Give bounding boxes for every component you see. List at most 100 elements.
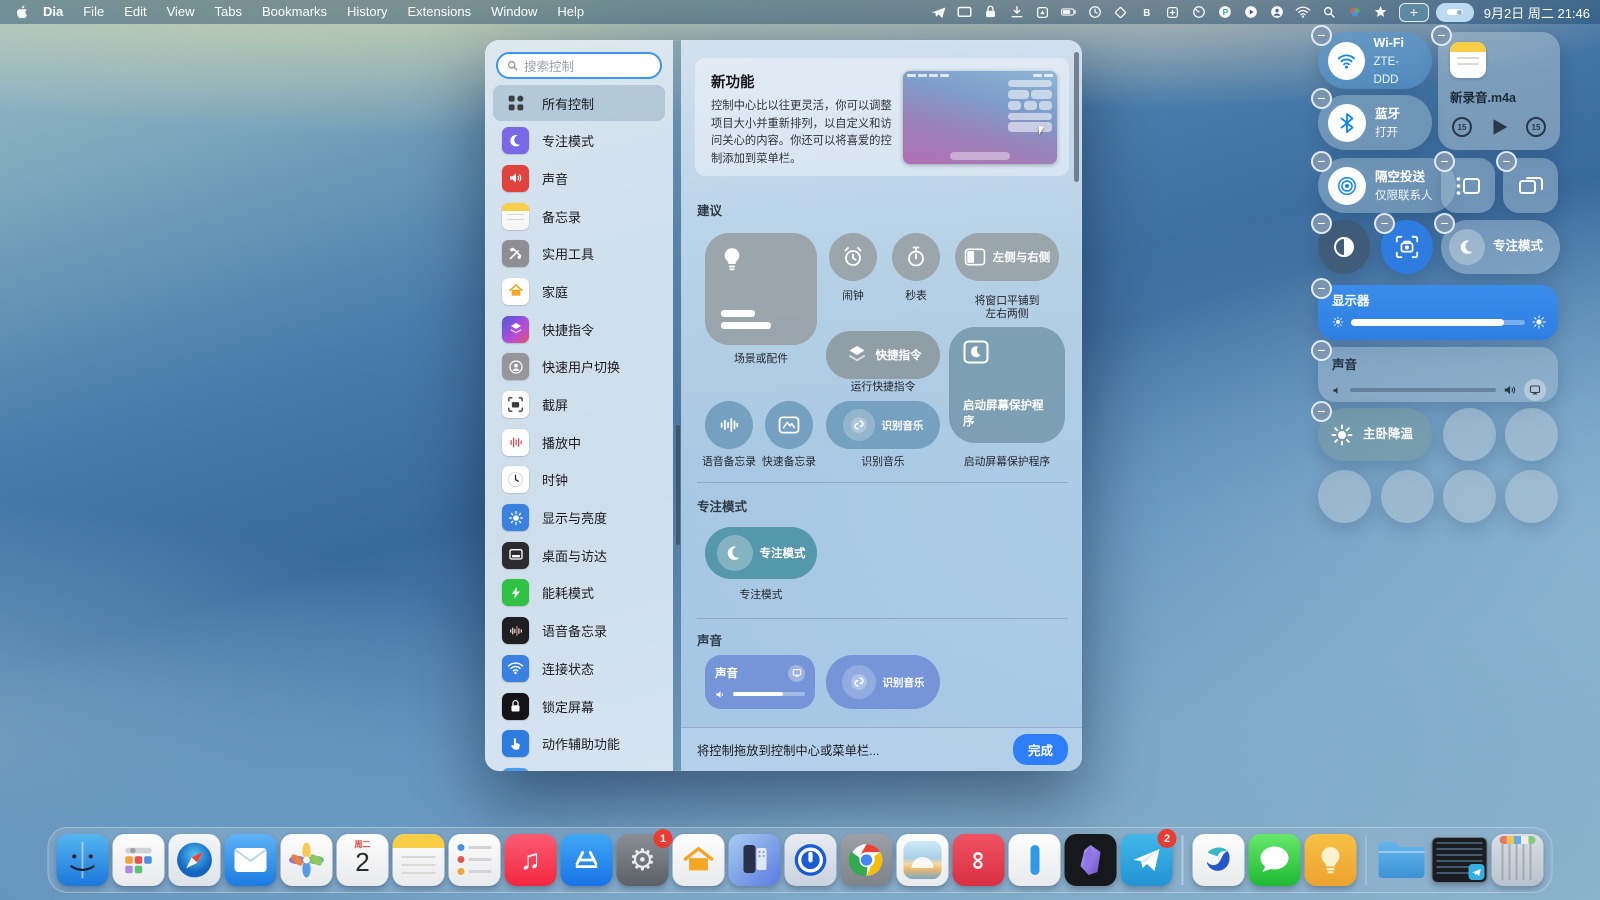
dock-idea[interactable] (1304, 834, 1356, 886)
menu-tabs[interactable]: Tabs (206, 0, 251, 24)
dock-blue-app[interactable] (1009, 834, 1061, 886)
tile-left-right-tile[interactable]: 左侧与右侧 (955, 233, 1059, 281)
dock-mail[interactable] (225, 834, 277, 886)
remove-badge-memo[interactable]: − (1431, 25, 1452, 46)
dock-music[interactable]: ♫ (505, 834, 557, 886)
sidebar-item-锁定屏幕[interactable]: 锁定屏幕 (493, 688, 665, 724)
remove-badge-focus[interactable]: − (1434, 213, 1455, 234)
menu-file[interactable]: File (74, 0, 113, 24)
remove-badge-screenshot[interactable]: − (1374, 213, 1395, 234)
dock-obsidian[interactable] (1065, 834, 1117, 886)
sidebar-item-partial[interactable] (493, 763, 665, 771)
play-circle-icon[interactable] (1240, 2, 1262, 22)
dock-reminders[interactable] (449, 834, 501, 886)
dock-dia[interactable] (1192, 834, 1244, 886)
dock-messages[interactable] (1248, 834, 1300, 886)
menu-view[interactable]: View (158, 0, 204, 24)
wifi-icon[interactable] (1292, 2, 1314, 22)
menu-help[interactable]: Help (548, 0, 593, 24)
remove-badge-display[interactable]: − (1311, 278, 1332, 299)
run-shortcut-tile[interactable]: 快捷指令 (826, 331, 940, 379)
remove-badge-contrast[interactable]: − (1311, 213, 1332, 234)
search-icon[interactable] (1318, 2, 1340, 22)
gallery-scrollbar[interactable] (1074, 52, 1079, 182)
sidebar-item-实用工具[interactable]: 实用工具 (493, 236, 665, 272)
dock-apps[interactable] (113, 834, 165, 886)
remove-badge-stage[interactable]: − (1434, 151, 1455, 172)
b-app-icon[interactable]: B (1136, 2, 1158, 22)
dock-calendar[interactable]: 周二2 (337, 834, 389, 886)
active-app-name[interactable]: Dia (34, 0, 72, 24)
dock-red-app[interactable]: ∞ (953, 834, 1005, 886)
skip-forward-15-button[interactable]: 15 (1526, 117, 1546, 137)
dock-folder[interactable] (1376, 834, 1428, 886)
dock-horizon[interactable] (897, 834, 949, 886)
dock-appstore[interactable] (561, 834, 613, 886)
battery-icon[interactable] (1058, 2, 1080, 22)
sidebar-item-备忘录[interactable]: 备忘录 (493, 198, 665, 234)
apple-menu-icon[interactable] (10, 2, 32, 22)
lock-badge-icon[interactable] (980, 2, 1002, 22)
star-icon[interactable] (1370, 2, 1392, 22)
dock-finder[interactable] (57, 834, 109, 886)
stopwatch-tile[interactable] (892, 233, 940, 281)
sound-volume-tile[interactable]: 声音 (705, 655, 815, 709)
menu-bar-clock[interactable]: 9月2日 周二 21:46 (1484, 3, 1590, 22)
cc-sound-tile[interactable]: − 声音 (1318, 347, 1558, 402)
timer-icon[interactable] (1188, 2, 1210, 22)
dock-home[interactable] (673, 834, 725, 886)
sidebar-item-声音[interactable]: 声音 (493, 160, 665, 196)
color-app-icon[interactable] (1344, 2, 1366, 22)
menu-history[interactable]: History (338, 0, 396, 24)
search-input[interactable]: 搜索控制 (496, 52, 662, 79)
remove-badge-bluetooth[interactable]: − (1311, 88, 1332, 109)
menu-edit[interactable]: Edit (115, 0, 155, 24)
dock-telegram[interactable]: 2 (1121, 834, 1173, 886)
cc-display-tile[interactable]: − 显示器 (1318, 285, 1558, 340)
shazam-tile[interactable]: 识别音乐 (826, 401, 940, 449)
sidebar-item-桌面与访达[interactable]: 桌面与访达 (493, 537, 665, 573)
dock-settings[interactable]: ⚙1 (617, 834, 669, 886)
cc-bluetooth-tile[interactable]: − 蓝牙 打开 (1318, 95, 1432, 150)
dock-trash[interactable] (1492, 834, 1544, 886)
cc-stage-manager-tile[interactable]: − (1441, 158, 1495, 213)
menu-bookmarks[interactable]: Bookmarks (253, 0, 336, 24)
sound-shazam-tile[interactable]: 识别音乐 (826, 655, 940, 709)
new-tab-plus-button[interactable]: + (1399, 3, 1429, 22)
sidebar-item-所有控制[interactable]: 所有控制 (493, 85, 665, 121)
menu-extensions[interactable]: Extensions (399, 0, 481, 24)
sound-airplay-button[interactable] (1524, 379, 1546, 401)
cc-voice-memo-widget[interactable]: − 新录音.m4a 15 15 (1438, 32, 1560, 150)
brightness-slider[interactable] (1351, 320, 1525, 325)
sidebar-item-时钟[interactable]: 时钟 (493, 462, 665, 498)
sidebar-item-显示与亮度[interactable]: 显示与亮度 (493, 500, 665, 536)
voice-memo-tile[interactable] (705, 401, 753, 449)
sidebar-item-连接状态[interactable]: 连接状态 (493, 650, 665, 686)
screensaver-tile[interactable]: 启动屏幕保护程序 (949, 327, 1065, 443)
dock-notes[interactable] (393, 834, 445, 886)
telegram-icon[interactable] (928, 2, 950, 22)
download-icon[interactable] (1006, 2, 1028, 22)
cc-screen-mirroring-tile[interactable]: − (1503, 158, 1558, 213)
sidebar-item-能耗模式[interactable]: 能耗模式 (493, 575, 665, 611)
menu-window[interactable]: Window (482, 0, 546, 24)
dock-window-thumb[interactable] (1432, 837, 1488, 883)
focus-mode-tile[interactable]: 专注模式 (705, 527, 817, 579)
sidebar-item-快速用户切换[interactable]: 快速用户切换 (493, 349, 665, 385)
sidebar-item-播放中[interactable]: 播放中 (493, 424, 665, 460)
cc-wifi-tile[interactable]: − Wi-Fi ZTE-DDD (1318, 32, 1432, 89)
play-button[interactable] (1488, 116, 1510, 138)
dock-chrome[interactable] (841, 834, 893, 886)
cc-contrast-tile[interactable]: − (1318, 220, 1370, 274)
clock-app-icon[interactable] (1084, 2, 1106, 22)
control-center-menu-icon[interactable] (1436, 3, 1474, 22)
sidebar-item-专注模式[interactable]: 专注模式 (493, 123, 665, 159)
quick-note-tile[interactable] (765, 401, 813, 449)
scene-accessory-tile[interactable] (705, 233, 817, 345)
sidebar-item-截屏[interactable]: 截屏 (493, 387, 665, 423)
dock-photos[interactable] (281, 834, 333, 886)
dock-safari[interactable] (169, 834, 221, 886)
sidebar-item-动作辅助功能[interactable]: 动作辅助功能 (493, 726, 665, 762)
dock-1password[interactable] (785, 834, 837, 886)
remove-badge-wifi[interactable]: − (1311, 25, 1332, 46)
